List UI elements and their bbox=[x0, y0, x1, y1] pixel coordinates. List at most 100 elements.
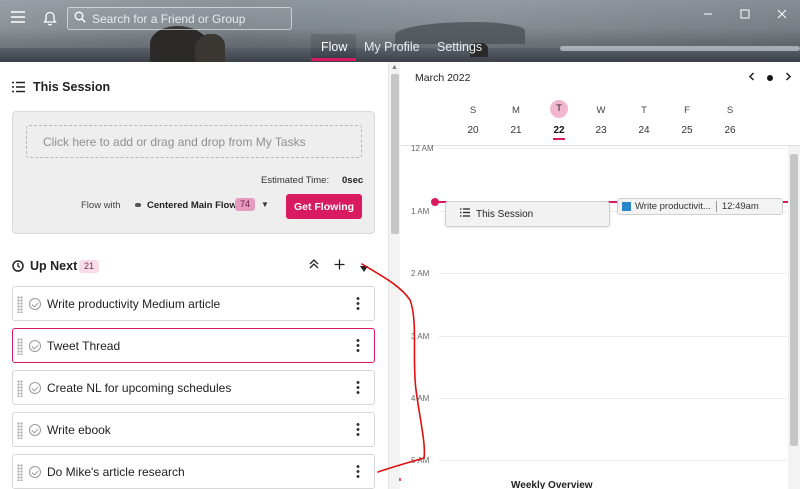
today-indicator bbox=[553, 138, 565, 140]
add-task-plus-icon[interactable] bbox=[334, 258, 345, 273]
session-title: This Session bbox=[33, 80, 111, 94]
hour-label: 1 AM bbox=[411, 207, 430, 216]
calendar-event-session[interactable]: This Session bbox=[445, 201, 610, 227]
event-separator bbox=[715, 201, 717, 212]
drag-handle-icon[interactable] bbox=[17, 464, 23, 481]
flow-with-label: Flow with bbox=[81, 200, 121, 211]
drag-handle-icon[interactable] bbox=[17, 296, 23, 313]
event-task-time: 12:49am bbox=[721, 201, 759, 212]
task-row[interactable]: Create NL for upcoming schedules bbox=[12, 370, 375, 405]
task-label: Create NL for upcoming schedules bbox=[47, 381, 232, 395]
search-icon bbox=[74, 10, 86, 28]
nav-tab-my-profile[interactable]: My Profile bbox=[364, 40, 420, 62]
nav-active-indicator bbox=[311, 58, 356, 61]
hour-label: 3 AM bbox=[411, 332, 430, 341]
day-date[interactable]: 24 bbox=[634, 125, 654, 136]
drag-handle-icon[interactable] bbox=[17, 380, 23, 397]
day-of-week-today: T bbox=[550, 100, 568, 118]
event-session-label: This Session bbox=[476, 208, 534, 220]
day-date[interactable]: 23 bbox=[591, 125, 611, 136]
day-date[interactable]: 21 bbox=[506, 125, 526, 136]
day-of-week: M bbox=[512, 105, 520, 116]
collapse-chevrons-up-icon[interactable] bbox=[308, 258, 320, 273]
complete-check-icon[interactable] bbox=[29, 340, 41, 352]
header-background-waves bbox=[560, 46, 800, 51]
day-date[interactable]: 26 bbox=[720, 125, 740, 136]
task-row[interactable]: Do Mike's article research bbox=[12, 454, 375, 489]
flow-dropdown-chevron-down-icon[interactable]: ▼ bbox=[261, 200, 269, 209]
calendar-divider bbox=[401, 145, 800, 146]
hamburger-menu-icon[interactable] bbox=[8, 8, 28, 26]
get-flowing-button[interactable]: Get Flowing bbox=[286, 194, 362, 219]
minimize-icon[interactable] bbox=[703, 8, 713, 22]
drag-handle-icon[interactable] bbox=[17, 338, 23, 355]
task-label: Do Mike's article research bbox=[47, 465, 185, 479]
calendar-month: March 2022 bbox=[415, 72, 471, 84]
more-options-icon[interactable] bbox=[356, 296, 360, 312]
hour-gridline bbox=[439, 273, 787, 274]
day-date[interactable]: 20 bbox=[463, 125, 483, 136]
task-label: Tweet Thread bbox=[47, 339, 121, 353]
today-dot-icon[interactable] bbox=[767, 75, 773, 81]
left-scrollbar[interactable]: ▲ bbox=[388, 62, 400, 489]
event-task-label: Write productivit... bbox=[635, 201, 711, 212]
day-date[interactable]: 25 bbox=[677, 125, 697, 136]
hour-gridline bbox=[439, 460, 787, 461]
app-header: Flow My Profile Settings bbox=[0, 0, 800, 62]
complete-check-icon[interactable] bbox=[29, 424, 41, 436]
estimated-time-label: Estimated Time: bbox=[261, 175, 330, 186]
search-input[interactable] bbox=[92, 11, 282, 26]
more-options-icon[interactable] bbox=[356, 464, 360, 480]
close-icon[interactable] bbox=[777, 8, 787, 22]
task-row[interactable]: Tweet Thread bbox=[12, 328, 375, 363]
calendar-scrollbar[interactable] bbox=[788, 146, 800, 489]
drag-handle-icon[interactable] bbox=[17, 422, 23, 439]
task-label: Write ebook bbox=[47, 423, 111, 437]
hour-gridline bbox=[439, 148, 787, 149]
calendar-event-task[interactable]: Write productivit... 12:49am bbox=[617, 198, 783, 215]
prev-week-chevron-left-icon[interactable] bbox=[748, 72, 755, 84]
session-dropzone[interactable]: Click here to add or drag and drop from … bbox=[26, 125, 362, 158]
current-time-dot bbox=[431, 198, 439, 206]
complete-check-icon[interactable] bbox=[29, 298, 41, 310]
flow-count-badge: 74 bbox=[235, 198, 256, 211]
calendar-panel: March 2022 S M T W T F S 20 21 22 23 24 … bbox=[401, 62, 800, 489]
maximize-icon[interactable] bbox=[740, 8, 750, 22]
left-scrollbar-thumb[interactable] bbox=[391, 74, 399, 234]
task-row[interactable]: Write ebook bbox=[12, 412, 375, 447]
day-date-today[interactable]: 22 bbox=[549, 125, 569, 136]
more-options-icon[interactable] bbox=[356, 380, 360, 396]
task-label: Write productivity Medium article bbox=[47, 297, 221, 311]
flow-icon bbox=[135, 203, 141, 207]
next-week-chevron-right-icon[interactable] bbox=[785, 72, 792, 84]
up-next-header: Up Next bbox=[12, 259, 77, 273]
list-icon bbox=[460, 208, 470, 220]
complete-check-icon[interactable] bbox=[29, 382, 41, 394]
notification-bell-icon[interactable] bbox=[40, 8, 60, 28]
complete-check-icon[interactable] bbox=[29, 466, 41, 478]
search-box[interactable] bbox=[67, 7, 292, 30]
nav-tab-settings[interactable]: Settings bbox=[437, 40, 482, 62]
clock-icon bbox=[12, 260, 24, 272]
hour-label: 4 AM bbox=[411, 394, 430, 403]
scroll-up-arrow-icon[interactable]: ▲ bbox=[391, 64, 398, 71]
day-of-week: S bbox=[726, 105, 734, 116]
flow-name[interactable]: Centered Main Flow bbox=[147, 200, 237, 211]
list-icon bbox=[12, 81, 25, 93]
weekly-overview-label: Weekly Overview bbox=[511, 480, 593, 489]
session-card: Click here to add or drag and drop from … bbox=[12, 111, 375, 234]
estimated-time-value: 0sec bbox=[342, 175, 364, 186]
more-options-icon[interactable] bbox=[356, 338, 360, 354]
session-header: This Session bbox=[12, 80, 110, 94]
day-of-week: T bbox=[641, 105, 647, 116]
hour-gridline bbox=[439, 398, 787, 399]
hour-gridline bbox=[439, 336, 787, 337]
hour-label: 12 AM bbox=[411, 144, 434, 153]
day-of-week: F bbox=[684, 105, 690, 116]
header-background-rock bbox=[195, 34, 225, 62]
calendar-scrollbar-thumb[interactable] bbox=[790, 154, 798, 446]
more-options-icon[interactable] bbox=[356, 422, 360, 438]
sort-caret-down-icon[interactable] bbox=[359, 261, 369, 276]
task-row[interactable]: Write productivity Medium article bbox=[12, 286, 375, 321]
up-next-count-badge: 21 bbox=[79, 260, 100, 273]
